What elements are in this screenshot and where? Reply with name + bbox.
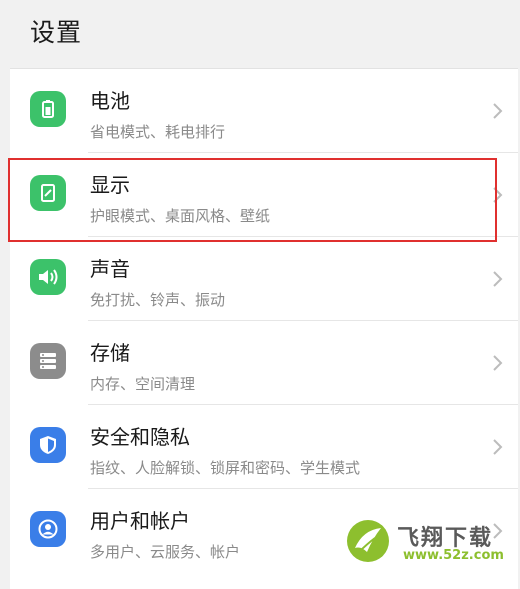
settings-item-title: 安全和隐私 — [90, 425, 190, 449]
battery-icon — [30, 91, 66, 127]
settings-item-subtitle: 免打扰、铃声、振动 — [90, 291, 226, 309]
settings-item-title: 电池 — [90, 89, 130, 113]
chevron-right-icon — [493, 271, 503, 287]
watermark-logo-icon — [347, 520, 389, 562]
settings-item-subtitle: 省电模式、耗电排行 — [90, 123, 226, 141]
chevron-right-icon — [493, 439, 503, 455]
speaker-icon — [30, 259, 66, 295]
settings-item-subtitle: 内存、空间清理 — [90, 375, 196, 393]
storage-icon — [30, 343, 66, 379]
settings-list: 电池 省电模式、耗电排行 显示 护眼模式、桌面风格、壁纸 声音 免打扰、铃声、振… — [10, 68, 518, 589]
watermark-url: www.52z.com — [403, 548, 504, 563]
chevron-right-icon — [493, 355, 503, 371]
settings-item-storage[interactable]: 存储 内存、空间清理 — [10, 321, 518, 405]
settings-item-security[interactable]: 安全和隐私 指纹、人脸解锁、锁屏和密码、学生模式 — [10, 405, 518, 489]
settings-item-title: 声音 — [90, 257, 130, 281]
settings-item-sound[interactable]: 声音 免打扰、铃声、振动 — [10, 237, 518, 321]
settings-item-subtitle: 护眼模式、桌面风格、壁纸 — [90, 207, 271, 225]
settings-item-title: 存储 — [90, 341, 130, 365]
settings-item-title: 用户和帐户 — [90, 509, 190, 533]
chevron-right-icon — [493, 187, 503, 203]
watermark: 飞翔下载 www.52z.com — [345, 518, 515, 570]
shield-icon — [30, 427, 66, 463]
display-icon — [30, 175, 66, 211]
settings-item-display[interactable]: 显示 护眼模式、桌面风格、壁纸 — [10, 153, 518, 237]
settings-item-battery[interactable]: 电池 省电模式、耗电排行 — [10, 69, 518, 153]
user-icon — [30, 511, 66, 547]
settings-item-subtitle: 指纹、人脸解锁、锁屏和密码、学生模式 — [90, 459, 361, 477]
settings-item-title: 显示 — [90, 173, 130, 197]
chevron-right-icon — [493, 103, 503, 119]
page-title: 设置 — [30, 18, 83, 47]
page-header: 设置 — [0, 0, 520, 64]
settings-item-subtitle: 多用户、云服务、帐户 — [90, 543, 241, 561]
